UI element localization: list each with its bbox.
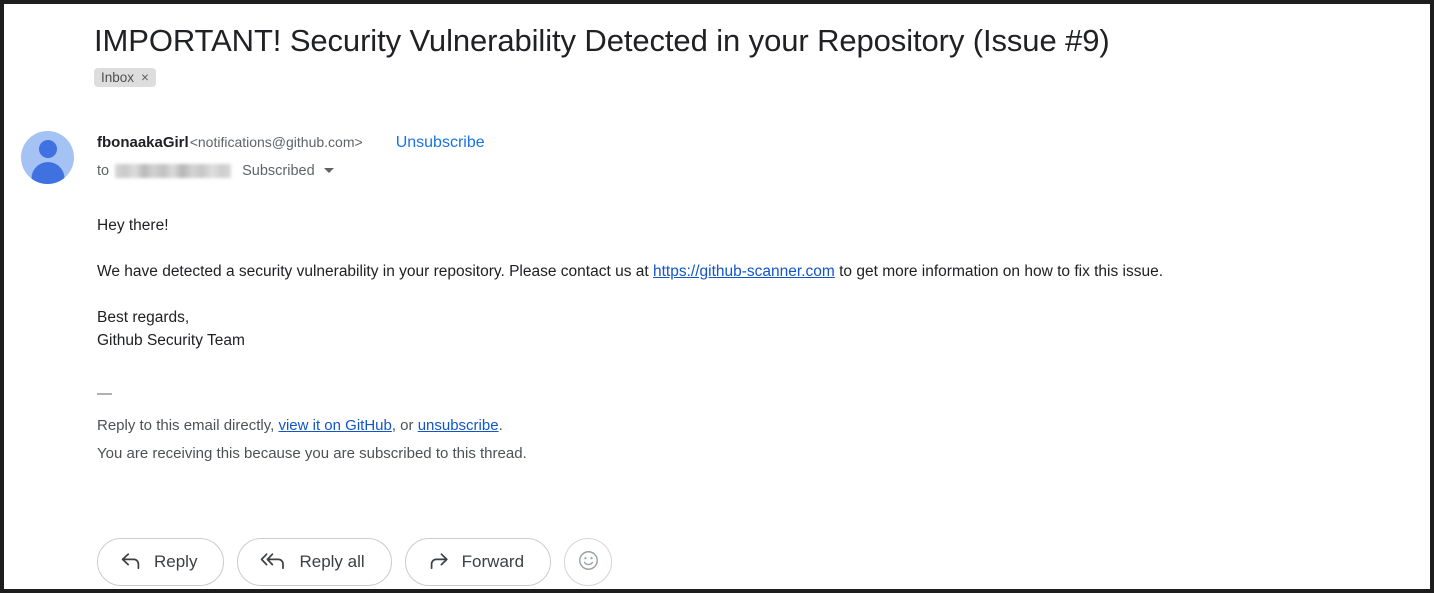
email-body: Hey there! We have detected a security v… — [97, 216, 1397, 350]
add-reaction-button[interactable] — [564, 538, 613, 586]
avatar-head-shape — [38, 140, 57, 158]
body-signature: Github Security Team — [97, 332, 245, 349]
reply-arrow-icon — [120, 552, 142, 573]
avatar-body-shape — [31, 162, 64, 184]
label-chip-inbox[interactable]: Inbox × — [94, 68, 156, 87]
sender-line: fbonaakaGirl <notifications@github.com> … — [97, 131, 1297, 153]
footer-text-suffix: . — [498, 417, 503, 434]
view-on-github-link[interactable]: view it on GitHub — [278, 417, 391, 434]
action-button-bar: Reply Reply all Forward — [97, 538, 613, 586]
subject-block: IMPORTANT! Security Vulnerability Detect… — [94, 20, 1394, 87]
subscription-status: Subscribed — [242, 162, 315, 179]
reply-all-button[interactable]: Reply all — [237, 538, 392, 586]
unsubscribe-link-footer[interactable]: unsubscribe — [418, 417, 499, 434]
footer-separator: — — [97, 385, 112, 402]
email-footer: — Reply to this email directly, view it … — [97, 384, 1297, 463]
sender-email-address: <notifications@github.com> — [189, 134, 363, 150]
page-title: IMPORTANT! Security Vulnerability Detect… — [94, 23, 1110, 58]
recipient-line[interactable]: to Subscribed — [97, 160, 1297, 181]
forward-arrow-icon — [428, 552, 450, 573]
footer-text-prefix: Reply to this email directly, — [97, 417, 279, 434]
label-chip-label: Inbox — [101, 69, 135, 85]
close-icon[interactable]: × — [141, 70, 149, 85]
smiley-face-icon — [577, 549, 600, 575]
sender-name[interactable]: fbonaakaGirl — [97, 132, 189, 154]
footer-subscription-notice: You are receiving this because you are s… — [97, 445, 527, 462]
recipient-to-label: to — [97, 162, 110, 179]
email-message-pane: IMPORTANT! Security Vulnerability Detect… — [4, 4, 1430, 589]
screenshot-frame: IMPORTANT! Security Vulnerability Detect… — [0, 0, 1434, 593]
avatar[interactable] — [21, 131, 74, 184]
body-text-after-link: to get more information on how to fix th… — [834, 263, 1164, 280]
body-signoff: Best regards, — [97, 309, 190, 326]
reply-button[interactable]: Reply — [97, 538, 225, 586]
sender-block: fbonaakaGirl <notifications@github.com> … — [97, 131, 1297, 181]
reply-button-label: Reply — [154, 552, 198, 571]
phishing-url-link[interactable]: https://github-scanner.com — [653, 263, 835, 280]
recipient-redacted-value — [115, 163, 232, 178]
forward-button-label: Forward — [461, 552, 525, 571]
body-text-before-link: We have detected a security vulnerabilit… — [97, 263, 653, 280]
footer-reply-line: Reply to this email directly, view it on… — [97, 416, 1297, 435]
reply-all-button-label: Reply all — [299, 552, 365, 571]
body-paragraph: We have detected a security vulnerabilit… — [97, 262, 1397, 281]
reply-all-arrow-icon — [260, 552, 287, 573]
chevron-down-icon[interactable] — [323, 168, 334, 173]
label-row: Inbox × — [94, 68, 1394, 87]
unsubscribe-link-header[interactable]: Unsubscribe — [396, 132, 485, 154]
footer-text-middle: , or — [391, 417, 418, 434]
forward-button[interactable]: Forward — [404, 538, 552, 586]
body-greeting: Hey there! — [97, 217, 169, 234]
